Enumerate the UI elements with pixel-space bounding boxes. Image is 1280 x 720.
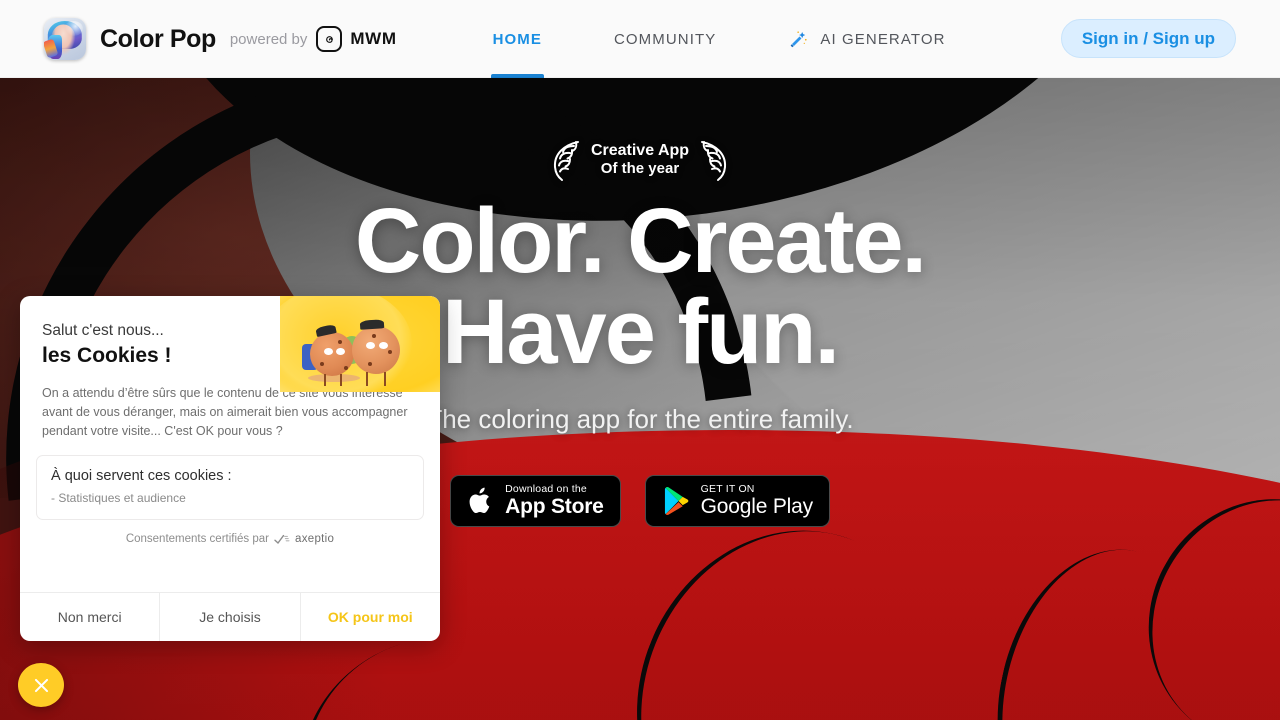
axeptio-check-icon bbox=[274, 534, 290, 544]
laurel-left-icon bbox=[553, 141, 579, 181]
app-store-badge[interactable]: Download on the App Store bbox=[450, 475, 621, 528]
award-badge: Creative App Of the year bbox=[548, 138, 732, 182]
store-badges: Download on the App Store GET IT ON Goog… bbox=[450, 475, 830, 528]
cookie-certified-text: Consentements certifiés par bbox=[125, 533, 269, 545]
main-nav: HOME COMMUNITY AI GENERATOR bbox=[490, 0, 946, 78]
brand-name: Color Pop bbox=[100, 24, 216, 53]
cookie-purpose-item: - Statistiques et audience bbox=[51, 491, 186, 505]
nav-item-label: COMMUNITY bbox=[613, 30, 717, 48]
cookie-certified-brand: axeptio bbox=[295, 533, 335, 545]
laurel-right-icon bbox=[701, 141, 727, 181]
apple-logo-icon bbox=[469, 487, 490, 514]
publisher-name: MWM bbox=[350, 29, 397, 48]
award-line-2: Of the year bbox=[600, 160, 680, 178]
cookie-accept-button[interactable]: OK pour moi bbox=[299, 593, 440, 641]
powered-by-label: powered by bbox=[229, 30, 308, 48]
store-badge-small-label: Download on the bbox=[505, 483, 587, 496]
color-pop-app-icon bbox=[44, 18, 86, 60]
cookie-hello-text: Salut c'est nous... bbox=[42, 322, 164, 339]
nav-item-community[interactable]: COMMUNITY bbox=[614, 0, 716, 78]
store-badge-big-label: App Store bbox=[505, 495, 604, 519]
hero-title-line-2: Have fun. bbox=[441, 281, 840, 384]
nav-item-label: AI GENERATOR bbox=[820, 30, 946, 48]
magic-wand-icon bbox=[788, 29, 809, 50]
site-header: Color Pop powered by MWM HOME COMMUNITY bbox=[0, 0, 1280, 78]
nav-item-label: HOME bbox=[492, 30, 542, 48]
close-icon bbox=[34, 678, 48, 692]
hero-title-line-1: Color. Create. bbox=[354, 190, 927, 292]
brand-logo[interactable]: Color Pop powered by MWM bbox=[44, 18, 397, 60]
cookie-banner-heading: Salut c'est nous... les Cookies ! bbox=[20, 296, 440, 368]
hero-subtitle: The coloring app for the entire family. bbox=[426, 404, 854, 435]
store-badge-big-label: Google Play bbox=[700, 495, 813, 519]
nav-item-home[interactable]: HOME bbox=[490, 0, 544, 78]
hero-title: Color. Create. Have fun. bbox=[354, 190, 927, 384]
mwm-spiral-logo bbox=[316, 26, 343, 52]
close-widget-button[interactable] bbox=[18, 663, 64, 707]
cookie-consent-banner: Salut c'est nous... les Cookies ! On a a… bbox=[20, 296, 440, 641]
google-play-icon bbox=[664, 487, 689, 516]
cookie-purpose-box[interactable]: À quoi servent ces cookies : - Statistiq… bbox=[36, 455, 424, 520]
cookie-certified-line: Consentements certifiés par axeptio bbox=[20, 533, 440, 545]
cookie-banner-title: les Cookies ! bbox=[42, 344, 172, 367]
cookie-purpose-title: À quoi servent ces cookies : bbox=[51, 468, 409, 484]
cookie-customize-button[interactable]: Je choisis bbox=[159, 593, 299, 641]
store-badge-small-label: GET IT ON bbox=[700, 483, 755, 496]
google-play-badge[interactable]: GET IT ON Google Play bbox=[644, 475, 830, 528]
cookie-decline-button[interactable]: Non merci bbox=[20, 593, 159, 641]
sign-in-sign-up-button[interactable]: Sign in / Sign up bbox=[1060, 19, 1236, 58]
cookie-purpose-title-text: À quoi servent ces cookies bbox=[51, 468, 224, 484]
cookie-purpose-title-colon: : bbox=[227, 468, 232, 484]
cookie-banner-actions: Non merci Je choisis OK pour moi bbox=[20, 592, 440, 641]
nav-item-ai-generator[interactable]: AI GENERATOR bbox=[788, 0, 945, 78]
active-tab-underline bbox=[490, 74, 544, 78]
award-line-1: Creative App bbox=[590, 141, 690, 159]
